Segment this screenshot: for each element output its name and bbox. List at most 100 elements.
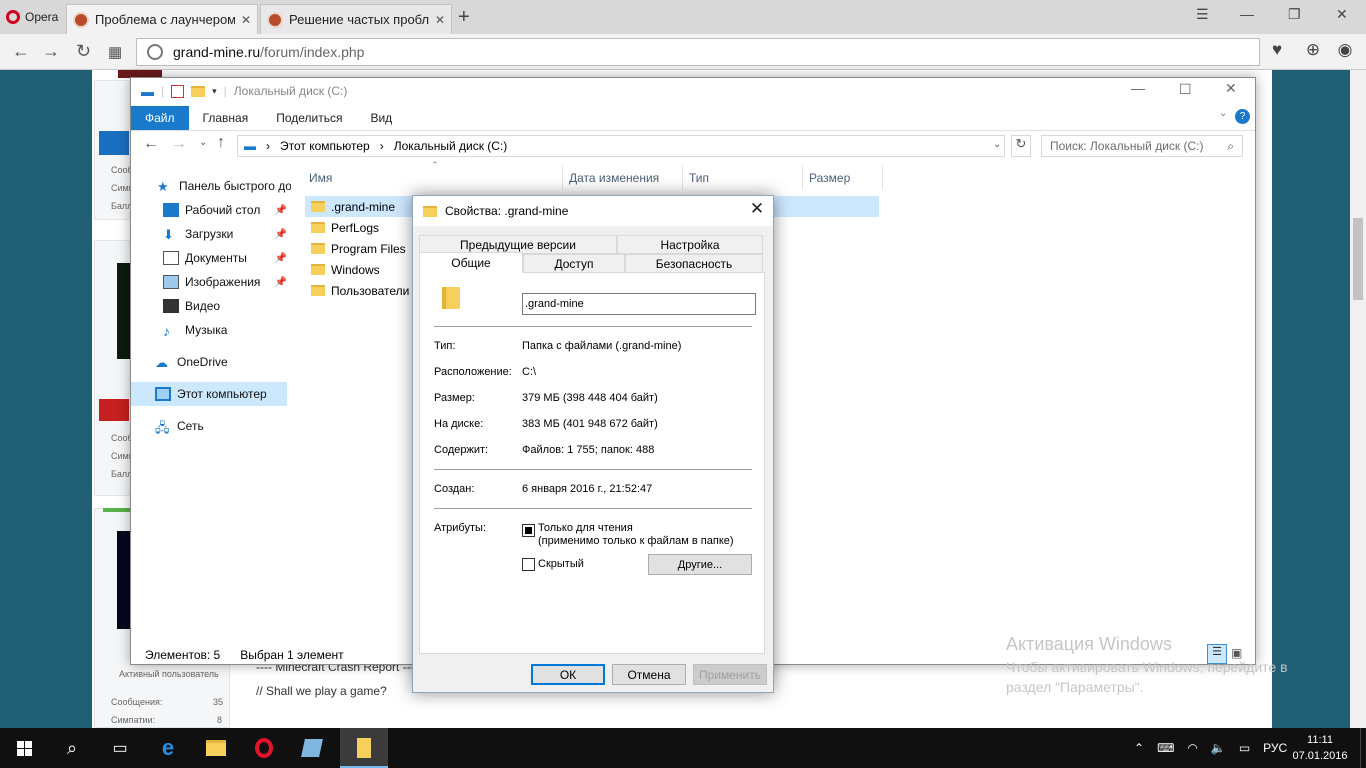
- user-account-icon[interactable]: ◉: [1334, 40, 1356, 62]
- volume-icon[interactable]: 🔈: [1211, 741, 1226, 755]
- readonly-checkbox-box[interactable]: [522, 524, 535, 537]
- maximize-icon[interactable]: ☐: [1179, 81, 1192, 98]
- tab-security[interactable]: Безопасность: [625, 254, 763, 273]
- browser-tab-launcher-problem[interactable]: Проблема с лаунчером. ✕: [66, 4, 258, 34]
- pin-icon[interactable]: 📌: [275, 229, 287, 240]
- minimize-icon[interactable]: —: [1131, 80, 1145, 96]
- nav-item-label: Загрузки: [185, 227, 234, 241]
- column-header-name[interactable]: Имя: [303, 166, 563, 190]
- page-scrollbar-thumb[interactable]: [1353, 218, 1363, 300]
- edge-browser-icon[interactable]: e: [144, 728, 192, 768]
- nav-item-desktop[interactable]: Рабочий стол 📌: [131, 198, 291, 222]
- address-dropdown-icon[interactable]: ⌄: [993, 139, 1001, 150]
- nav-item-documents[interactable]: Документы 📌: [131, 246, 291, 270]
- status-selected-count: Выбран 1 элемент: [240, 648, 344, 662]
- tab-general[interactable]: Общие: [419, 252, 523, 273]
- nav-item-network[interactable]: 🖧 Сеть: [131, 414, 291, 438]
- breadcrumb[interactable]: ▬ › Этот компьютер › Локальный диск (C:): [237, 135, 1005, 157]
- search-icon[interactable]: ⌕: [48, 728, 96, 768]
- tab-menu-icon[interactable]: ☰: [1196, 6, 1209, 23]
- pin-icon[interactable]: 📌: [275, 253, 287, 264]
- nav-item-onedrive[interactable]: ☁ OneDrive: [131, 350, 291, 374]
- help-icon[interactable]: ?: [1235, 109, 1250, 124]
- nav-item-video[interactable]: Видео: [131, 294, 291, 318]
- properties-quick-icon[interactable]: [171, 84, 185, 98]
- readonly-checkbox[interactable]: [522, 524, 535, 540]
- close-icon[interactable]: ✕: [745, 199, 769, 223]
- opera-taskbar-icon[interactable]: [240, 728, 288, 768]
- tab-sharing[interactable]: Доступ: [523, 254, 625, 273]
- apply-button[interactable]: Применить: [693, 664, 767, 685]
- nav-item-this-pc[interactable]: Этот компьютер: [131, 382, 287, 406]
- reload-icon[interactable]: ↻: [76, 41, 91, 62]
- pin-icon[interactable]: 📌: [275, 277, 287, 288]
- back-arrow-icon[interactable]: ←: [12, 41, 30, 62]
- activation-watermark-text: Чтобы активировать Windows, перейдите в …: [1006, 657, 1288, 697]
- language-indicator[interactable]: РУС: [1263, 741, 1287, 755]
- ok-button[interactable]: ОК: [531, 664, 605, 685]
- forward-arrow-icon[interactable]: →: [42, 41, 60, 62]
- quick-access-toolbar-dropdown-icon[interactable]: ▾: [212, 86, 217, 97]
- refresh-icon[interactable]: ↻: [1011, 135, 1031, 157]
- clock[interactable]: 11:11 07.01.2016: [1292, 728, 1347, 768]
- close-tab-icon[interactable]: ✕: [241, 13, 251, 27]
- wifi-icon[interactable]: ◠: [1187, 741, 1197, 755]
- tray-expand-icon[interactable]: ⌃: [1134, 741, 1144, 755]
- ribbon-tab-view[interactable]: Вид: [356, 106, 406, 130]
- notification-icon[interactable]: ▭: [1239, 741, 1250, 755]
- speed-dial-grid-icon[interactable]: ▦: [108, 43, 122, 61]
- file-explorer-active-taskbar-icon[interactable]: [340, 728, 388, 768]
- created-value: 6 января 2016 г., 21:52:47: [522, 483, 653, 495]
- cancel-button[interactable]: Отмена: [612, 664, 686, 685]
- app-taskbar-icon[interactable]: [288, 728, 336, 768]
- advanced-attributes-button[interactable]: Другие...: [648, 554, 752, 575]
- forward-arrow-icon[interactable]: →: [171, 135, 187, 153]
- search-input[interactable]: Поиск: Локальный диск (C:) ⌕: [1041, 135, 1243, 157]
- keyboard-icon[interactable]: ⌨: [1157, 741, 1174, 755]
- ribbon-tab-file[interactable]: Файл: [131, 106, 189, 130]
- url-field[interactable]: grand-mine.ru/forum/index.php: [136, 38, 1260, 66]
- search-icon[interactable]: ⌕: [1227, 139, 1234, 154]
- heart-bookmark-icon[interactable]: ♥: [1266, 40, 1288, 62]
- pin-icon[interactable]: 📌: [275, 205, 287, 216]
- nav-item-music[interactable]: ♪ Музыка: [131, 318, 291, 342]
- ribbon-tab-share[interactable]: Поделиться: [262, 106, 356, 130]
- stat-label: Симпатии:: [111, 715, 156, 725]
- tab-title: Решение частых пробле: [289, 12, 429, 27]
- show-desktop-button[interactable]: [1360, 728, 1366, 768]
- opera-menu-button[interactable]: Opera: [0, 0, 62, 34]
- app-window-icon: [301, 739, 323, 757]
- minimize-icon[interactable]: —: [1240, 6, 1254, 22]
- restore-icon[interactable]: ❐: [1288, 6, 1301, 23]
- file-explorer-taskbar-icon[interactable]: [192, 728, 240, 768]
- close-tab-icon[interactable]: ✕: [435, 13, 445, 27]
- column-header-type[interactable]: Тип: [683, 166, 803, 190]
- breadcrumb-item[interactable]: Этот компьютер: [280, 139, 370, 153]
- nav-item-pictures[interactable]: Изображения 📌: [131, 270, 291, 294]
- task-view-icon[interactable]: ▭: [96, 728, 144, 768]
- hidden-checkbox[interactable]: [522, 558, 535, 574]
- close-icon[interactable]: ✕: [1225, 80, 1237, 97]
- column-header-date[interactable]: Дата изменения: [563, 166, 683, 190]
- page-scrollbar[interactable]: [1350, 70, 1366, 728]
- download-icon[interactable]: ⊕: [1302, 40, 1324, 62]
- new-tab-button[interactable]: +: [458, 6, 470, 29]
- recent-locations-icon[interactable]: ⌄: [199, 137, 207, 148]
- hidden-checkbox-box[interactable]: [522, 558, 535, 571]
- up-arrow-icon[interactable]: ↑: [217, 134, 225, 152]
- nav-item-downloads[interactable]: ⬇ Загрузки 📌: [131, 222, 291, 246]
- url-path: /forum/index.php: [260, 44, 365, 60]
- nav-item-quick-access[interactable]: ★ Панель быстрого доступа: [131, 174, 291, 198]
- ribbon-tab-home[interactable]: Главная: [189, 106, 263, 130]
- breadcrumb-item[interactable]: Локальный диск (C:): [394, 139, 508, 153]
- tab-customize[interactable]: Настройка: [617, 235, 763, 254]
- column-header-size[interactable]: Размер: [803, 166, 883, 190]
- new-folder-quick-icon[interactable]: [191, 85, 206, 97]
- start-windows-icon[interactable]: [0, 728, 48, 768]
- expand-ribbon-icon[interactable]: ⌄: [1219, 108, 1227, 119]
- browser-tab-common-problems[interactable]: Решение частых пробле ✕: [260, 4, 452, 34]
- close-window-icon[interactable]: ✕: [1336, 6, 1348, 23]
- site-info-icon[interactable]: [147, 44, 163, 60]
- folder-name-input[interactable]: .grand-mine: [522, 293, 756, 315]
- back-arrow-icon[interactable]: ←: [143, 135, 159, 153]
